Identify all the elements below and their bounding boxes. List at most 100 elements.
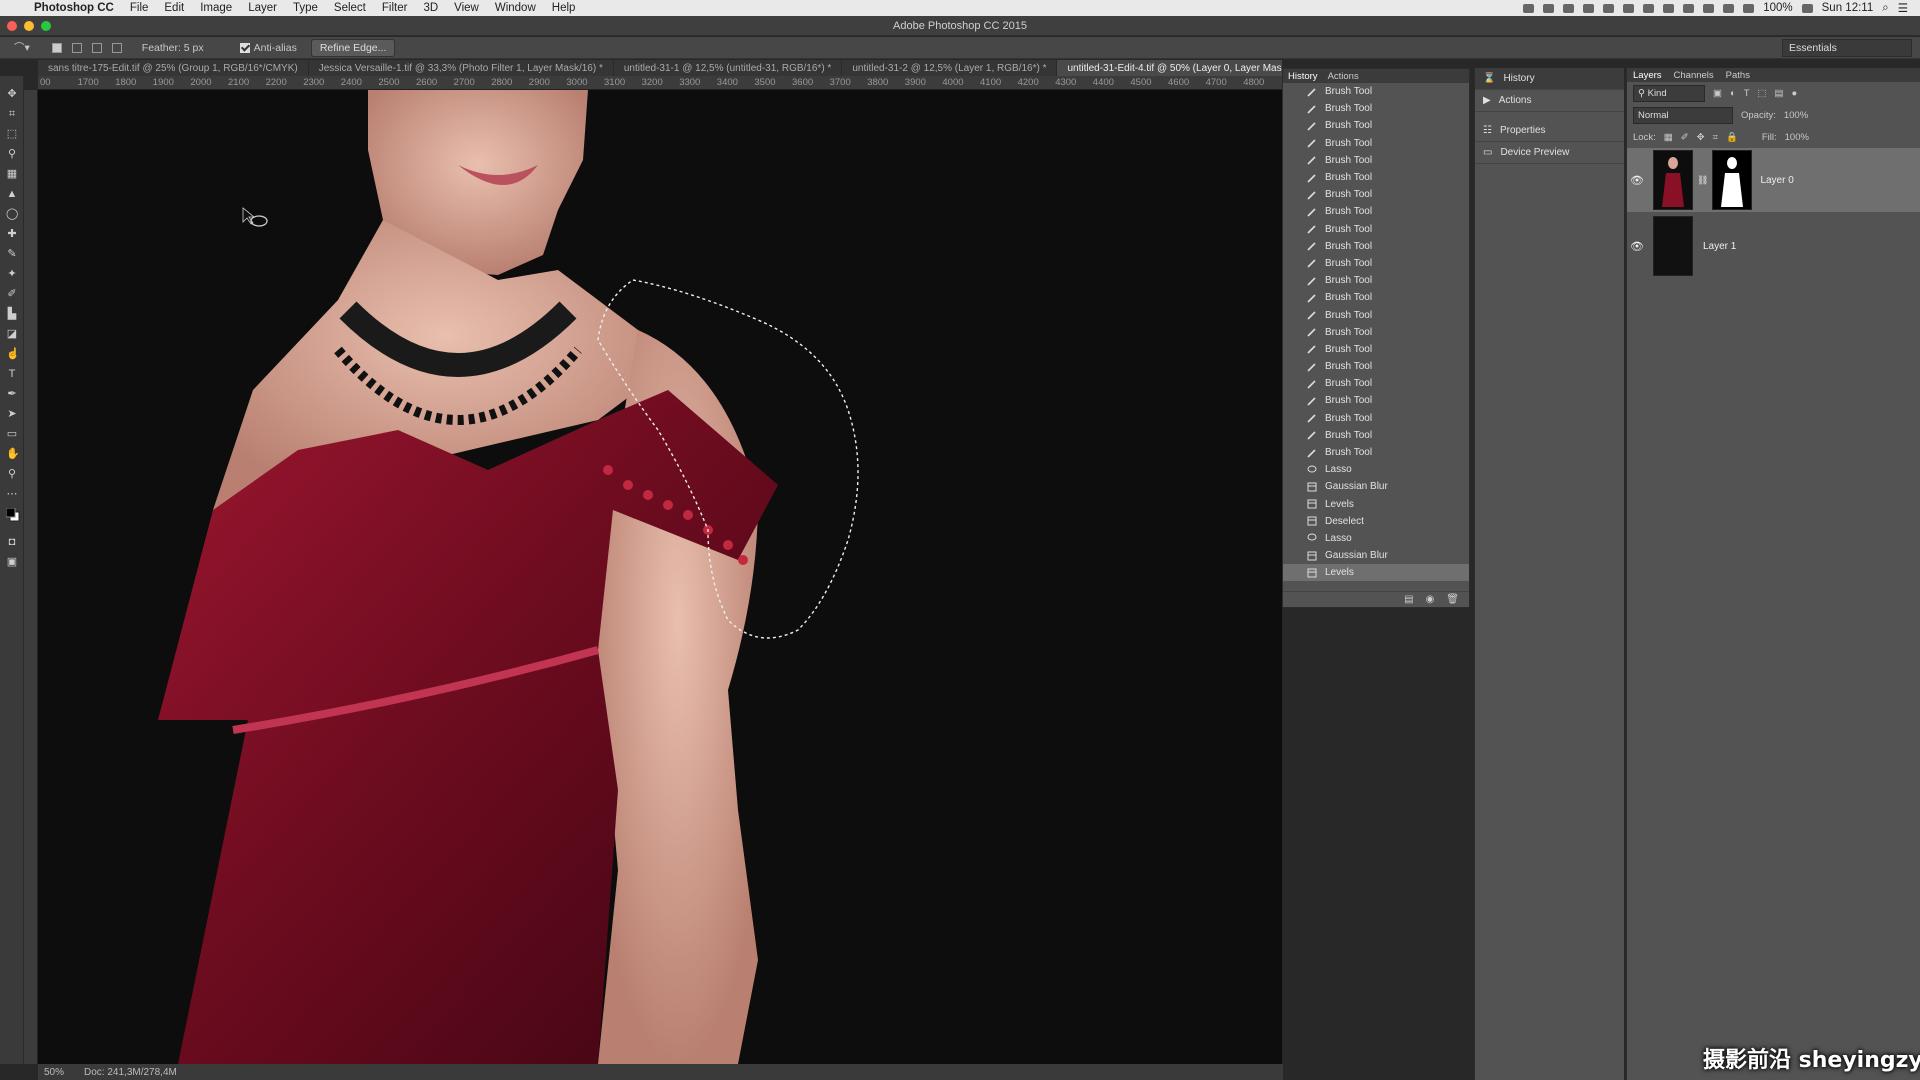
- doc-size[interactable]: Doc: 241,3M/278,4M: [84, 1067, 177, 1078]
- history-item[interactable]: Brush Tool: [1283, 135, 1469, 152]
- color-swatches-icon[interactable]: [5, 507, 20, 522]
- history-item[interactable]: Brush Tool: [1283, 410, 1469, 427]
- lasso-tool-preset-icon[interactable]: ⌒▾: [14, 40, 30, 55]
- layer-mask-thumbnail[interactable]: [1712, 150, 1753, 210]
- status-icon[interactable]: [1563, 3, 1575, 13]
- history-item[interactable]: Levels: [1283, 496, 1469, 513]
- history-item[interactable]: Brush Tool: [1283, 255, 1469, 272]
- screen-mode-icon[interactable]: ▣: [6, 556, 18, 568]
- history-item[interactable]: Brush Tool: [1283, 427, 1469, 444]
- menu-window[interactable]: Window: [487, 2, 544, 14]
- tab-actions[interactable]: Actions: [1328, 71, 1359, 82]
- marquee-tool-icon[interactable]: ⬚: [6, 128, 18, 140]
- move-tool-icon[interactable]: ✥: [6, 88, 18, 100]
- history-item[interactable]: Brush Tool: [1283, 169, 1469, 186]
- canvas-area[interactable]: [38, 90, 1283, 1064]
- history-item[interactable]: Brush Tool: [1283, 358, 1469, 375]
- panel-device-preview[interactable]: ▭ Device Preview: [1475, 142, 1624, 164]
- selection-mode-subtract[interactable]: [91, 42, 102, 53]
- eyedropper-tool-icon[interactable]: ⚲: [6, 148, 18, 160]
- snapshot-icon[interactable]: ◉: [1426, 594, 1435, 605]
- minimize-window-button[interactable]: [24, 21, 34, 31]
- history-item[interactable]: Brush Tool: [1283, 186, 1469, 203]
- status-icon[interactable]: [1623, 3, 1635, 13]
- app-menu[interactable]: Photoshop CC: [26, 2, 122, 14]
- document-tab[interactable]: Jessica Versaille-1.tif @ 33,3% (Photo F…: [309, 60, 614, 76]
- history-item[interactable]: Brush Tool: [1283, 289, 1469, 306]
- history-item[interactable]: Deselect: [1283, 513, 1469, 530]
- more-tools-icon[interactable]: ⋯: [6, 488, 18, 500]
- layer-name[interactable]: Layer 1: [1703, 241, 1736, 252]
- filter-type-icon[interactable]: T: [1744, 88, 1750, 99]
- menu-view[interactable]: View: [446, 2, 487, 14]
- menu-image[interactable]: Image: [192, 2, 240, 14]
- blend-mode-select[interactable]: Normal: [1633, 106, 1733, 124]
- zoom-tool-icon[interactable]: ⚲: [6, 468, 18, 480]
- menu-help[interactable]: Help: [544, 2, 584, 14]
- document-tab[interactable]: untitled-31-1 @ 12,5% (untitled-31, RGB/…: [614, 60, 843, 76]
- kind-filter-select[interactable]: ⚲ Kind: [1633, 84, 1705, 102]
- status-icon[interactable]: [1543, 3, 1555, 13]
- fill-value[interactable]: 100%: [1785, 132, 1809, 143]
- filter-adjustment-icon[interactable]: ◐: [1730, 88, 1736, 99]
- document-tab-active[interactable]: untitled-31-Edit-4.tif @ 50% (Layer 0, L…: [1057, 60, 1283, 76]
- panel-properties[interactable]: ☷ Properties: [1475, 120, 1624, 142]
- photo-canvas[interactable]: [38, 90, 1283, 1064]
- pen-tool-icon[interactable]: ✒: [6, 388, 18, 400]
- trash-icon[interactable]: 🗑: [1446, 594, 1459, 605]
- history-item[interactable]: Brush Tool: [1283, 117, 1469, 134]
- history-item[interactable]: Brush Tool: [1283, 392, 1469, 409]
- lock-position-icon[interactable]: ✥: [1697, 132, 1705, 143]
- workspace-select[interactable]: Essentials: [1782, 38, 1912, 57]
- notification-icon[interactable]: ☰: [1898, 1, 1908, 15]
- tab-paths[interactable]: Paths: [1726, 70, 1750, 81]
- history-item[interactable]: Lasso: [1283, 461, 1469, 478]
- panel-history[interactable]: ⌛ History: [1475, 68, 1624, 90]
- eraser-tool-icon[interactable]: ◪: [6, 328, 18, 340]
- selection-mode-intersect[interactable]: [111, 42, 122, 53]
- selection-mode-add[interactable]: [71, 42, 82, 53]
- tab-history[interactable]: History: [1288, 71, 1318, 82]
- filter-pixel-icon[interactable]: ▣: [1713, 88, 1722, 99]
- healing-brush-icon[interactable]: ✚: [6, 228, 18, 240]
- history-item[interactable]: Lasso: [1283, 530, 1469, 547]
- crop-tool-icon[interactable]: ⌗: [6, 108, 18, 120]
- battery-icon[interactable]: [1801, 3, 1813, 13]
- history-item[interactable]: Brush Tool: [1283, 341, 1469, 358]
- document-tab[interactable]: untitled-31-2 @ 12,5% (Layer 1, RGB/16*)…: [842, 60, 1058, 76]
- lock-pixels-icon[interactable]: ✐: [1681, 132, 1689, 143]
- history-item[interactable]: Brush Tool: [1283, 221, 1469, 238]
- quick-selection-icon[interactable]: ✎: [6, 248, 18, 260]
- history-item[interactable]: Brush Tool: [1283, 306, 1469, 323]
- menu-edit[interactable]: Edit: [156, 2, 192, 14]
- paint-bucket-icon[interactable]: ▲: [6, 188, 18, 200]
- checkbox-checked-icon[interactable]: [239, 42, 250, 53]
- menu-select[interactable]: Select: [326, 2, 374, 14]
- wifi-icon[interactable]: [1723, 3, 1735, 13]
- status-icon[interactable]: [1603, 3, 1615, 13]
- close-window-button[interactable]: [7, 21, 17, 31]
- feather-field[interactable]: Feather: 5 px: [142, 42, 204, 54]
- brush-tool-icon[interactable]: ✐: [6, 288, 18, 300]
- status-icon[interactable]: [1583, 3, 1595, 13]
- layer-row-selected[interactable]: 👁 ⛓ Layer 0: [1627, 148, 1920, 212]
- history-item[interactable]: Brush Tool: [1283, 324, 1469, 341]
- lock-all-icon[interactable]: 🔒: [1726, 132, 1738, 143]
- smudge-tool-icon[interactable]: ☝: [6, 348, 20, 360]
- history-item[interactable]: Gaussian Blur: [1283, 478, 1469, 495]
- path-selection-icon[interactable]: ➤: [6, 408, 18, 420]
- menu-filter[interactable]: Filter: [374, 2, 416, 14]
- filter-toggle-icon[interactable]: ●: [1792, 88, 1798, 99]
- menu-3d[interactable]: 3D: [415, 2, 446, 14]
- menu-type[interactable]: Type: [285, 2, 326, 14]
- new-document-from-state-icon[interactable]: ▤: [1404, 594, 1413, 605]
- history-item[interactable]: Brush Tool: [1283, 83, 1469, 100]
- history-item[interactable]: Levels: [1283, 564, 1469, 582]
- stamp-tool-icon[interactable]: ▙: [6, 308, 18, 320]
- antialias-checkbox[interactable]: Anti-alias: [239, 42, 297, 54]
- panel-actions[interactable]: ▶ Actions: [1475, 90, 1624, 112]
- layer-name[interactable]: Layer 0: [1760, 175, 1793, 186]
- lasso-tool-icon[interactable]: ◯: [6, 208, 18, 220]
- history-item[interactable]: Gaussian Blur: [1283, 547, 1469, 564]
- magic-wand-icon[interactable]: ✦: [6, 268, 18, 280]
